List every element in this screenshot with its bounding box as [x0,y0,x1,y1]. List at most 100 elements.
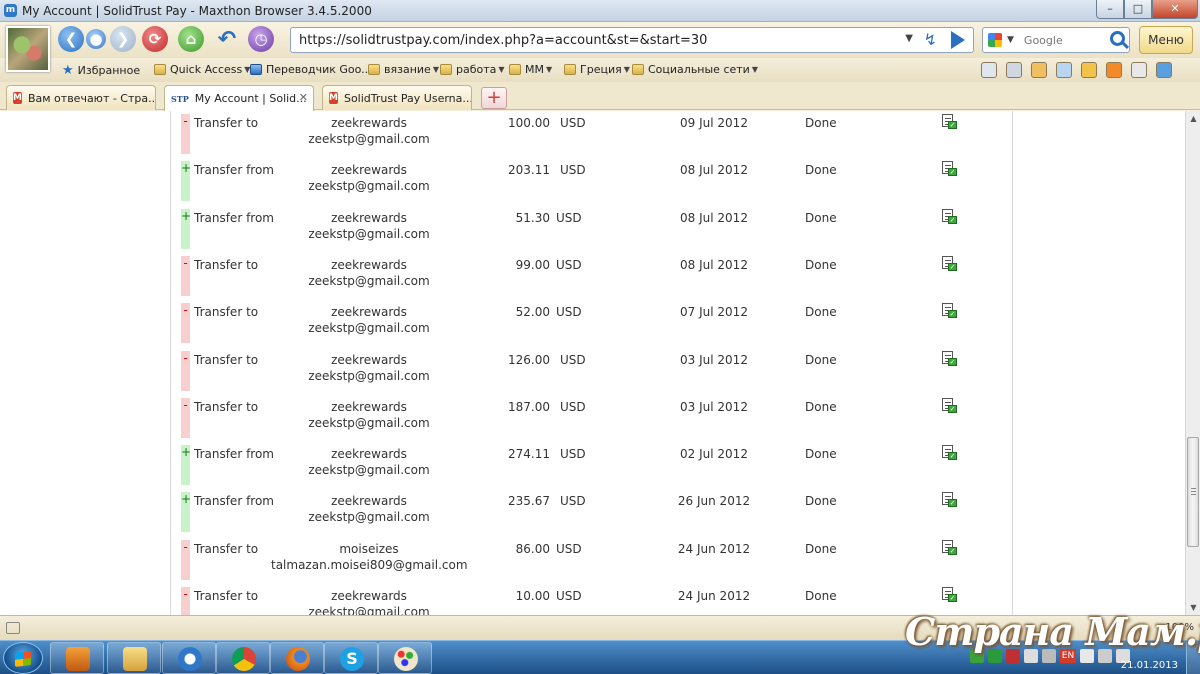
search-box: ▼ [982,27,1130,53]
translate-tool-icon[interactable] [1031,62,1047,78]
new-tab-button[interactable]: + [481,87,507,109]
transaction-date: 09 Jul 2012 [680,116,748,130]
bookmark-knitting[interactable]: вязание ▼ [368,63,439,76]
transaction-status: Done [805,447,837,462]
tab-my-account[interactable]: STP My Account | Solid... ✕ [164,85,314,111]
clock-date[interactable]: 21.01.2013 [1121,660,1178,671]
skin-icon[interactable] [1156,62,1172,78]
receipt-icon[interactable]: ✓ [942,587,957,603]
bookmark-social[interactable]: Социальные сети ▼ [632,63,758,76]
counterparty-name: zeekrewards [331,210,407,225]
minimize-button[interactable]: – [1096,0,1124,19]
receipt-icon[interactable]: ✓ [942,492,957,508]
transaction-date: 24 Jun 2012 [677,541,751,556]
folder-icon [509,64,521,75]
receipt-icon[interactable]: ✓ [942,161,957,177]
credit-marker: + [181,208,191,249]
address-input[interactable] [299,32,899,48]
folder-icon [632,64,644,75]
menu-button[interactable]: Меню [1139,26,1193,54]
file-explorer-icon [123,647,147,671]
scrollbar-thumb[interactable] [1187,437,1199,547]
receipt-icon[interactable]: ✓ [942,114,957,130]
forward-button[interactable]: ❯ [110,26,136,52]
receipt-icon[interactable]: ✓ [942,303,957,319]
close-tab-icon[interactable]: ✕ [299,91,308,104]
transaction-status: Done [805,305,837,320]
transaction-type: Transfer to [194,352,259,367]
user-avatar[interactable] [6,26,50,72]
receipt-icon[interactable]: ✓ [942,397,957,414]
chevron-down-icon: ▼ [432,65,439,74]
arrow-left-icon: ❮ [64,30,78,48]
bookmark-work[interactable]: работа ▼ [440,63,505,76]
navigation-dot-button[interactable]: ● [86,29,106,49]
transaction-date: 26 Jun 2012 [677,494,751,509]
bookmark-translate[interactable]: Переводчик Goo... [250,63,372,76]
taskbar-media-player[interactable] [50,642,104,674]
receipt-icon[interactable]: ✓ [942,208,957,225]
page-border-left [170,111,171,615]
taskbar-maxthon[interactable] [162,642,216,674]
search-icon[interactable] [1110,31,1125,46]
taskbar-paint[interactable] [378,642,432,674]
receipt-icon[interactable]: ✓ [942,539,957,556]
transaction-date: 24 Jun 2012 [677,589,751,603]
home-icon: ⌂ [185,30,197,48]
zoom-icon[interactable] [1056,62,1072,78]
scroll-up-icon[interactable]: ▲ [1186,111,1200,126]
camera-icon[interactable] [1006,62,1022,78]
edit-icon[interactable] [981,62,997,78]
taskbar-chrome[interactable] [216,642,270,674]
counterparty-name: zeekrewards [331,163,407,178]
chevron-down-icon: ▼ [498,65,505,74]
search-input[interactable] [1023,33,1104,47]
home-button[interactable]: ⌂ [178,26,204,52]
refresh-button[interactable]: ⟳ [142,26,168,52]
bookmark-favorites[interactable]: ★ Избранное [62,63,140,78]
taskbar-skype[interactable]: S [324,642,378,674]
tag-icon[interactable] [1081,62,1097,78]
rss-icon[interactable] [1106,62,1122,78]
lightning-icon[interactable]: ↯ [924,30,937,49]
bookmark-mm[interactable]: ММ ▼ [509,63,552,76]
receipt-icon[interactable]: ✓ [942,350,957,367]
bookmark-quick-access[interactable]: Quick Access ▼ [154,63,250,76]
toolbar-icons [981,62,1172,78]
google-icon[interactable] [988,33,1002,47]
go-icon[interactable] [951,31,965,49]
taskbar-file-explorer[interactable] [107,642,161,674]
transaction-row: - Transfer to zeekrewards zeekstp@gmail.com… [181,255,1012,303]
counterparty-email: zeekstp@gmail.com [308,463,430,478]
back-button[interactable]: ❮ [58,26,84,52]
transaction-date: 08 Jul 2012 [680,257,748,272]
transaction-row: - Transfer to zeekrewards zeekstp@gmail.com… [181,587,1012,615]
folder-icon [154,64,166,75]
vertical-scrollbar[interactable]: ▲ ▼ [1185,111,1200,615]
undo-button[interactable]: ↶ [214,26,240,52]
paint-icon [394,647,418,671]
tab-stp-username[interactable]: M SolidTrust Pay Userna... [322,85,472,110]
close-button[interactable]: ✕ [1152,0,1198,19]
transaction-status: Done [805,494,837,509]
sidebar-toggle-icon[interactable] [6,622,20,634]
tab-gmail-replies[interactable]: M Вам отвечают - Стра... [6,85,156,110]
receipt-icon[interactable]: ✓ [942,255,957,272]
history-button[interactable]: ◷ [248,26,274,52]
counterparty-email: zeekstp@gmail.com [308,510,430,525]
receipt-icon[interactable]: ✓ [942,445,957,461]
arrow-right-icon: ❯ [116,30,130,48]
taskbar-firefox[interactable] [270,642,324,674]
bookmark-greece[interactable]: Греция ▼ [564,63,630,76]
notes-icon[interactable] [1131,62,1147,78]
transaction-row: - Transfer to zeekrewards zeekstp@gmail.com… [181,397,1012,445]
main-toolbar: ❮ ● ❯ ⟳ ⌂ ↶ ◷ ▼ ↯ ▼ Меню [0,22,1200,72]
folder-icon [368,64,380,75]
transaction-status: Done [805,399,837,414]
maximize-button[interactable]: □ [1124,0,1152,19]
start-button[interactable] [3,642,43,674]
page-border-right [1012,111,1013,615]
debit-marker: - [181,114,190,154]
address-dropdown-icon[interactable]: ▼ [905,33,913,44]
search-engine-dropdown-icon[interactable]: ▼ [1007,35,1014,45]
